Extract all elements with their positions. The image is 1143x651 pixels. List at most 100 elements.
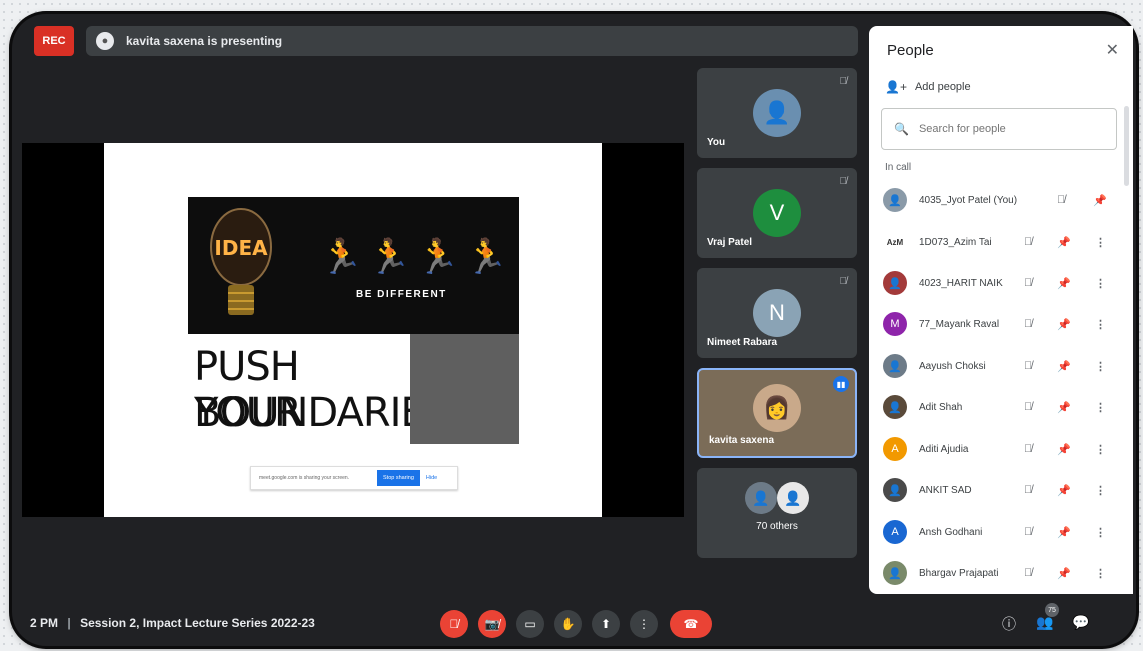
participant-name: Aditi Ajudia (919, 443, 969, 455)
pin-icon[interactable]: 📌 (1057, 567, 1071, 580)
pin-icon[interactable]: 📌 (1093, 194, 1107, 207)
more-options-icon[interactable]: ⋮ (1095, 484, 1106, 497)
stop-sharing-button[interactable]: Stop sharing (377, 470, 420, 486)
chat-icon[interactable]: 💬 (1072, 614, 1089, 631)
avatar: 👤 (745, 482, 777, 514)
avatar: A (883, 437, 907, 461)
more-options-icon[interactable]: ⋮ (1095, 526, 1106, 539)
mic-off-icon: 🎙̸ (1024, 236, 1033, 248)
list-item[interactable]: 👤 ANKIT SAD 🎙̸ 📌 ⋮ (869, 470, 1133, 510)
pin-icon[interactable]: 📌 (1057, 236, 1071, 249)
avatar: V (753, 189, 801, 237)
pin-icon[interactable]: 📌 (1057, 526, 1071, 539)
mic-off-icon: 🎙̸ (1024, 526, 1033, 538)
participant-name: 1D073_Azim Tai (919, 236, 992, 248)
participant-name: Aayush Choksi (919, 360, 986, 372)
push-boundaries-image: PUSH YOUR BOUNDARIES (188, 334, 450, 444)
more-options-icon[interactable]: ⋮ (1095, 360, 1106, 373)
more-options-icon[interactable]: ⋮ (1095, 443, 1106, 456)
avatar: A (883, 520, 907, 544)
idea-text: IDEA (214, 236, 268, 260)
avatar: AzM (883, 230, 907, 254)
in-call-heading: In call (885, 162, 912, 173)
avatar: 👤 (883, 561, 907, 585)
more-options-icon[interactable]: ⋮ (1095, 236, 1106, 249)
avatar: 👤 (883, 188, 907, 212)
speaking-icon: ▮▮ (833, 376, 849, 392)
list-item[interactable]: A Ansh Godhani 🎙̸ 📌 ⋮ (869, 512, 1133, 552)
list-item[interactable]: 👤 Bhargav Prajapati 🎙̸ 📌 ⋮ (869, 553, 1133, 593)
list-item[interactable]: A Aditi Ajudia 🎙̸ 📌 ⋮ (869, 429, 1133, 469)
raise-hand-button[interactable]: ✋ (554, 610, 582, 638)
list-item[interactable]: 👤 4023_HARIT NAIK 🎙̸ 📌 ⋮ (869, 263, 1133, 303)
more-options-icon[interactable]: ⋮ (1095, 567, 1106, 580)
meeting-time: 2 PM (30, 616, 59, 630)
people-panel: People ✕ 👤+ Add people 🔍 In call 👤 4035_… (869, 26, 1133, 594)
pin-icon[interactable]: 📌 (1057, 443, 1071, 456)
pin-icon[interactable]: 📌 (1057, 318, 1071, 331)
hide-button[interactable]: Hide (426, 475, 437, 481)
mic-off-icon: 🎙̸ (1057, 194, 1066, 206)
captions-button[interactable]: ▭ (516, 610, 544, 638)
scrollbar[interactable] (1124, 106, 1129, 186)
list-item[interactable]: 👤 Adit Shah 🎙̸ 📌 ⋮ (869, 387, 1133, 427)
participant-name: Adit Shah (919, 401, 963, 413)
avatar: N (753, 289, 801, 337)
presenting-text: kavita saxena is presenting (126, 34, 283, 48)
avatar: M (883, 312, 907, 336)
list-item[interactable]: 👤 4035_Jyot Patel (You) 🎙̸ 📌 (869, 180, 1133, 220)
pin-icon[interactable]: 📌 (1057, 360, 1071, 373)
avatar: 👤 (883, 395, 907, 419)
presenting-bar: ● kavita saxena is presenting (86, 26, 858, 56)
tile-others[interactable]: 👤 👤 70 others (697, 468, 857, 558)
avatar: 👤 (883, 354, 907, 378)
tile-vraj-patel[interactable]: 🎙̸ V Vraj Patel (697, 168, 857, 258)
tile-nimeet-rabara[interactable]: 🎙̸ N Nimeet Rabara (697, 268, 857, 358)
mic-off-icon: 🎙̸ (1024, 484, 1033, 496)
search-icon: 🔍 (894, 122, 909, 136)
avatar: 👤 (883, 478, 907, 502)
more-options-button[interactable]: ⋮ (630, 610, 658, 638)
share-text: meet.google.com is sharing your screen. (259, 475, 350, 481)
meeting-info: 2 PM | Session 2, Impact Lecture Series … (30, 616, 315, 630)
tile-kavita-saxena[interactable]: ▮▮ 👩 kavita saxena (697, 368, 857, 458)
leave-call-button[interactable]: ☎ (670, 610, 712, 638)
avatar: 👤 (753, 89, 801, 137)
info-icon[interactable]: ⓘ (1002, 614, 1016, 634)
be-different-text: BE DIFFERENT (356, 289, 447, 300)
tile-name: Vraj Patel (707, 237, 753, 248)
mic-off-icon: 🎙̸ (1024, 360, 1033, 372)
people-icon[interactable]: 👥 (1036, 614, 1053, 631)
add-people-button[interactable]: 👤+ Add people (885, 80, 971, 94)
list-item[interactable]: AzM 1D073_Azim Tai 🎙̸ 📌 ⋮ (869, 222, 1133, 262)
mic-off-icon: 🎙̸ (839, 176, 848, 187)
close-icon[interactable]: ✕ (1106, 40, 1119, 60)
tile-name: Nimeet Rabara (707, 337, 778, 348)
more-options-icon[interactable]: ⋮ (1095, 277, 1106, 290)
avatar: 👤 (883, 271, 907, 295)
mic-off-icon: 🎙̸ (1024, 277, 1033, 289)
present-button[interactable]: ⬆ (592, 610, 620, 638)
search-box[interactable]: 🔍 (881, 108, 1117, 150)
participant-name: ANKIT SAD (919, 484, 972, 496)
participant-name: 4035_Jyot Patel (You) (919, 194, 1018, 206)
participant-name: 4023_HARIT NAIK (919, 277, 1003, 289)
mic-off-icon: 🎙̸ (1024, 401, 1033, 413)
pin-icon[interactable]: 📌 (1057, 277, 1071, 290)
pin-icon[interactable]: 📌 (1057, 484, 1071, 497)
more-options-icon[interactable]: ⋮ (1095, 318, 1106, 331)
add-people-label: Add people (914, 81, 971, 93)
mic-off-icon: 🎙̸ (1024, 318, 1033, 330)
panel-title: People (887, 42, 934, 59)
presenter-avatar: ● (96, 32, 114, 50)
mic-off-icon: 🎙̸ (1024, 567, 1033, 579)
more-options-icon[interactable]: ⋮ (1095, 401, 1106, 414)
list-item[interactable]: M 77_Mayank Raval 🎙̸ 📌 ⋮ (869, 304, 1133, 344)
pin-icon[interactable]: 📌 (1057, 401, 1071, 414)
mic-toggle-button[interactable]: 🎙̸ (440, 610, 468, 638)
participant-name: 77_Mayank Raval (919, 318, 1000, 330)
search-input[interactable] (916, 122, 1111, 136)
list-item[interactable]: 👤 Aayush Choksi 🎙̸ 📌 ⋮ (869, 346, 1133, 386)
camera-toggle-button[interactable]: 📷̸ (478, 610, 506, 638)
tile-you[interactable]: 🎙̸ 👤 You (697, 68, 857, 158)
